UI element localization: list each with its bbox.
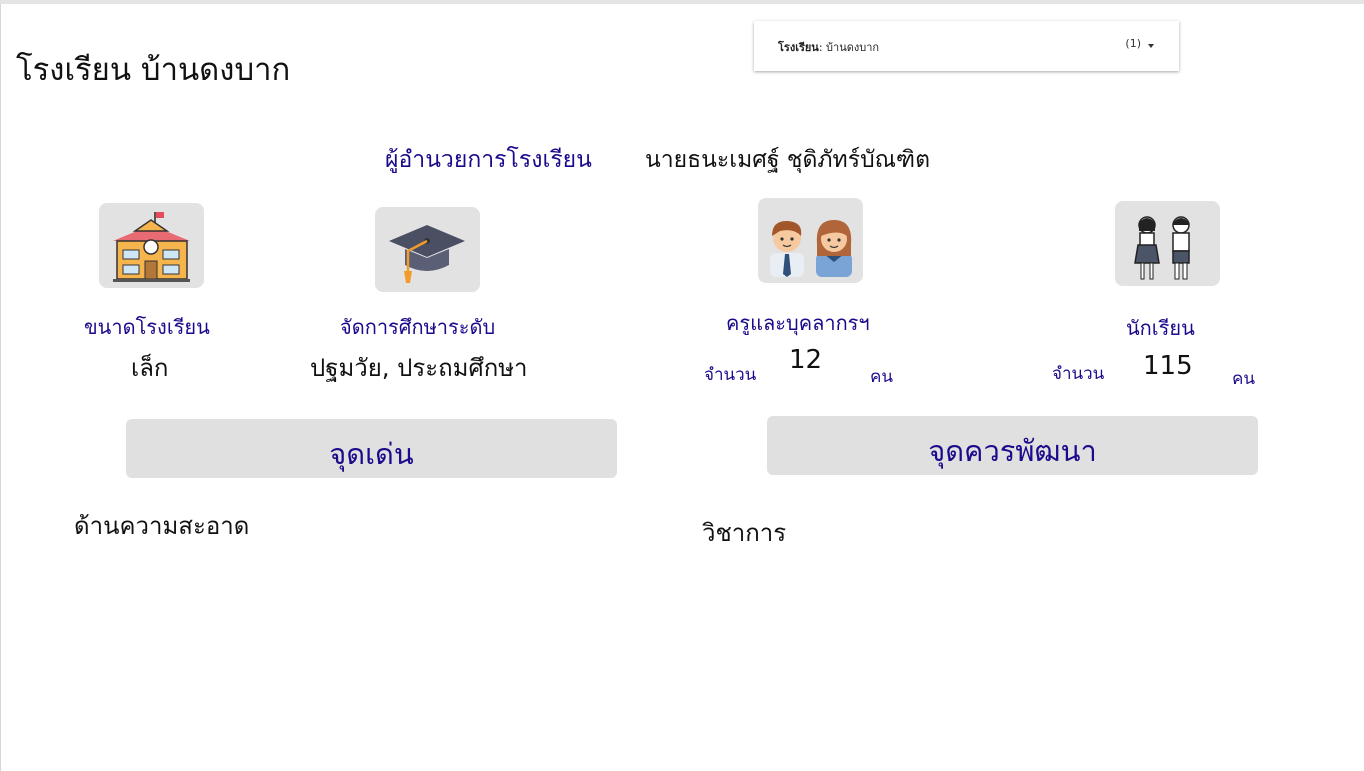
students-count-unit: คน [1232,369,1255,389]
students-count-prefix: จำนวน [1052,364,1105,384]
improvement-text: วิชาการ [702,519,787,547]
school-filter-label: โรงเรียน: บ้านดงบาก [778,41,880,54]
school-size-value: เล็ก [131,354,169,382]
education-level-label: จัดการศึกษาระดับ [340,315,496,339]
school-filter-field: โรงเรียน [778,41,819,54]
teachers-count-prefix: จำนวน [704,365,757,385]
teachers-label: ครูและบุคลากรฯ [726,311,870,335]
school-size-label: ขนาดโรงเรียน [84,315,210,339]
education-level-value: ปฐมวัย, ประถมศึกษา [310,354,528,382]
page-title: โรงเรียน บ้านดงบาก [16,52,291,88]
strengths-title: จุดเด่น [329,437,414,471]
students-label: นักเรียน [1126,316,1195,340]
improvement-panel: จุดควรพัฒนา [767,416,1258,475]
school-filter-value: บ้านดงบาก [826,41,880,54]
students-count: 115 [1143,351,1193,381]
teachers-count: 12 [789,345,823,375]
strengths-panel: จุดเด่น [126,419,617,478]
top-divider [0,0,1364,4]
school-filter-count: (1) [1125,37,1141,50]
students-icon [1115,201,1220,286]
director-label: ผู้อำนวยการโรงเรียน [385,147,592,173]
left-border [0,4,1,771]
graduation-cap-icon [375,207,480,292]
teachers-icon [758,198,863,283]
school-filter-dropdown[interactable]: โรงเรียน: บ้านดงบาก (1) [754,21,1179,71]
director-name: นายธนะเมศฐ์ ชุดิภัทร์บัณฑิต [645,147,931,173]
chevron-down-icon[interactable] [1148,44,1154,48]
improvement-title: จุดควรพัฒนา [928,434,1097,468]
teachers-count-unit: คน [870,367,893,387]
school-building-icon [99,203,204,288]
strengths-text: ด้านความสะอาด [74,512,250,540]
